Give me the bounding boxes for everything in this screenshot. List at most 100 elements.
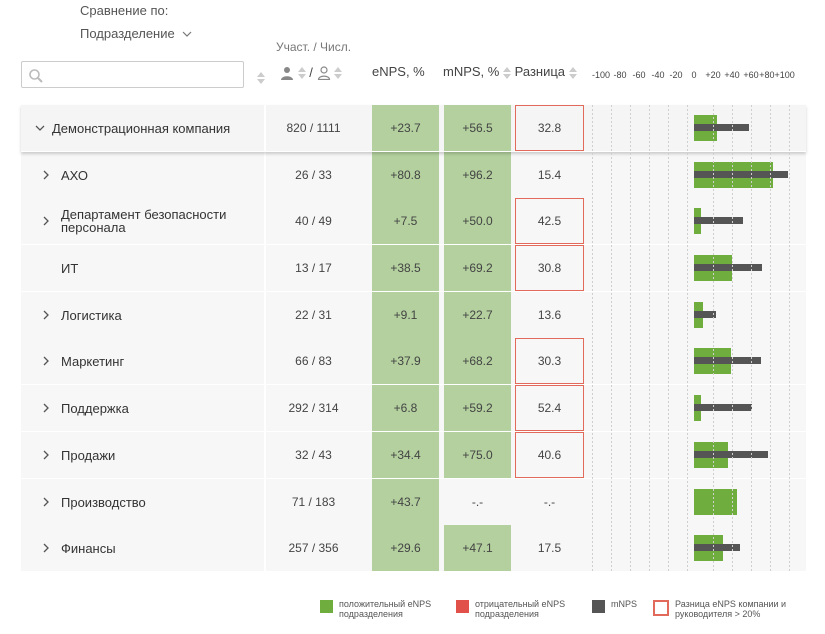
diff-value: 13.6 [537, 308, 562, 322]
legend-text: Разница eNPS компании и руководителя > 2… [675, 599, 787, 619]
legend-item-negative: отрицательный eNPS подразделения [456, 599, 575, 619]
group-by-dropdown[interactable]: Подразделение [80, 26, 192, 41]
participants-header: / [280, 64, 343, 81]
participants-count: 71 / 183 [291, 495, 336, 509]
legend-swatch [592, 600, 605, 613]
mnps-value: +50.0 [444, 198, 511, 244]
diff-value: 17.5 [537, 541, 562, 555]
scale-tick-label: -80 [613, 70, 627, 80]
chevron-right-icon[interactable] [43, 525, 50, 571]
enps-header[interactable]: eNPS, % [372, 64, 425, 79]
participants-count: 13 / 17 [295, 261, 332, 275]
department-name: Демонстрационная компания [52, 120, 231, 136]
department-row[interactable]: Департамент безопасности персонала 40 / 4… [21, 198, 806, 245]
mnps-value: +69.2 [444, 245, 511, 291]
enps-value: +29.6 [372, 525, 439, 571]
participants-count: 257 / 356 [288, 541, 339, 555]
company-row[interactable]: Демонстрационная компания 820 / 1111 +23.7… [21, 105, 806, 152]
mnps-value: +22.7 [444, 292, 511, 338]
chevron-right-icon[interactable] [43, 198, 50, 244]
mnps-value: +75.0 [444, 432, 511, 478]
enps-value: +9.1 [372, 292, 439, 338]
legend-text: mNPS [611, 599, 638, 609]
count-separator: / [309, 65, 313, 81]
mnps-bar [694, 451, 768, 458]
mnps-value: +96.2 [444, 152, 511, 198]
diff-value: 52.4 [515, 385, 584, 431]
sort-participants-button[interactable] [297, 66, 306, 79]
diff-value: 15.4 [537, 168, 562, 182]
department-name: Логистика [61, 307, 122, 323]
row-bar-chart [592, 338, 806, 384]
participants-count-label: Участ. / Числ. [276, 40, 352, 54]
row-bar-chart [592, 385, 806, 431]
scale-tick-label: +80+100 [759, 70, 795, 80]
department-row[interactable]: Маркетинг 66 / 83 +37.9 +68.2 30.3 [21, 338, 806, 385]
department-name: Департамент безопасности персонала [61, 207, 227, 235]
department-row[interactable]: Финансы 257 / 356 +29.6 +47.1 17.5 [21, 525, 806, 572]
mnps-bar [694, 311, 717, 318]
row-bar-chart [592, 432, 806, 478]
participants-count: 66 / 83 [295, 354, 332, 368]
user-filled-icon [281, 66, 293, 80]
mnps-bar [694, 124, 750, 131]
legend-text: отрицательный eNPS подразделения [475, 599, 566, 619]
department-row[interactable]: Производство 71 / 183 +43.7 -.- -.- [21, 479, 806, 526]
department-row[interactable]: Продажи 32 / 43 +34.4 +75.0 40.6 [21, 432, 806, 479]
diff-value: 30.8 [515, 245, 584, 291]
legend-item-highlight: Разница eNPS компании и руководителя > 2… [653, 599, 795, 619]
mnps-value: +59.2 [444, 385, 511, 431]
scale-tick-label: -20 [669, 70, 683, 80]
scale-tick-label: +40 [724, 70, 740, 80]
row-bar-chart [592, 525, 806, 571]
participants-count: 292 / 314 [288, 401, 339, 415]
chevron-right-icon[interactable] [43, 432, 50, 478]
scale-tick-label: -60 [632, 70, 646, 80]
chevron-right-icon[interactable] [43, 338, 50, 384]
chevron-right-icon[interactable] [43, 152, 50, 198]
department-row[interactable]: Логистика 22 / 31 +9.1 +22.7 13.6 [21, 292, 806, 339]
enps-value: +6.8 [372, 385, 439, 431]
department-name: Продажи [61, 447, 116, 463]
department-row[interactable]: ИТ 13 / 17 +38.5 +69.2 30.8 [21, 245, 806, 292]
chevron-right-icon[interactable] [43, 385, 50, 431]
mnps-bar [694, 217, 743, 224]
diff-value: 30.3 [515, 338, 584, 384]
participants-count: 26 / 33 [295, 168, 332, 182]
search-icon [29, 69, 43, 83]
department-row[interactable]: АХО 26 / 33 +80.8 +96.2 15.4 [21, 152, 806, 199]
search-box[interactable] [21, 61, 244, 88]
legend-swatch [653, 600, 669, 616]
compare-by-label: Сравнение по: [80, 3, 169, 18]
sort-diff-button-2[interactable] [568, 66, 577, 79]
diff-header[interactable]: Разница [503, 64, 577, 79]
sort-headcount-button[interactable] [334, 66, 343, 79]
chevron-right-icon[interactable] [43, 479, 50, 525]
user-outline-icon [317, 65, 330, 80]
enps-value: +37.9 [372, 338, 439, 384]
diff-value: 32.8 [515, 105, 584, 151]
participants-count: 40 / 49 [295, 214, 332, 228]
sort-diff-button[interactable] [503, 66, 511, 79]
mnps-value: +47.1 [444, 525, 511, 571]
enps-bar [694, 489, 737, 515]
department-row[interactable]: Поддержка 292 / 314 +6.8 +59.2 52.4 [21, 385, 806, 432]
diff-header-label: Разница [514, 64, 566, 79]
mnps-bar [694, 171, 789, 178]
chevron-right-icon[interactable] [43, 292, 50, 338]
enps-value: +34.4 [372, 432, 439, 478]
sort-name-button[interactable] [257, 69, 265, 84]
scale-tick-label: -40 [651, 70, 665, 80]
scale-tick-label: -100 [591, 70, 611, 80]
enps-value: +38.5 [372, 245, 439, 291]
department-name: Финансы [61, 540, 116, 556]
row-bar-chart [592, 105, 806, 151]
department-name: АХО [61, 167, 89, 183]
chevron-down-icon[interactable] [35, 105, 45, 151]
mnps-header[interactable]: mNPS, % [443, 64, 499, 79]
search-input[interactable] [48, 64, 242, 86]
group-by-value: Подразделение [80, 26, 175, 41]
legend-item-mnps: mNPS [592, 599, 651, 613]
enps-value: +80.8 [372, 152, 439, 198]
row-bar-chart [592, 198, 806, 244]
